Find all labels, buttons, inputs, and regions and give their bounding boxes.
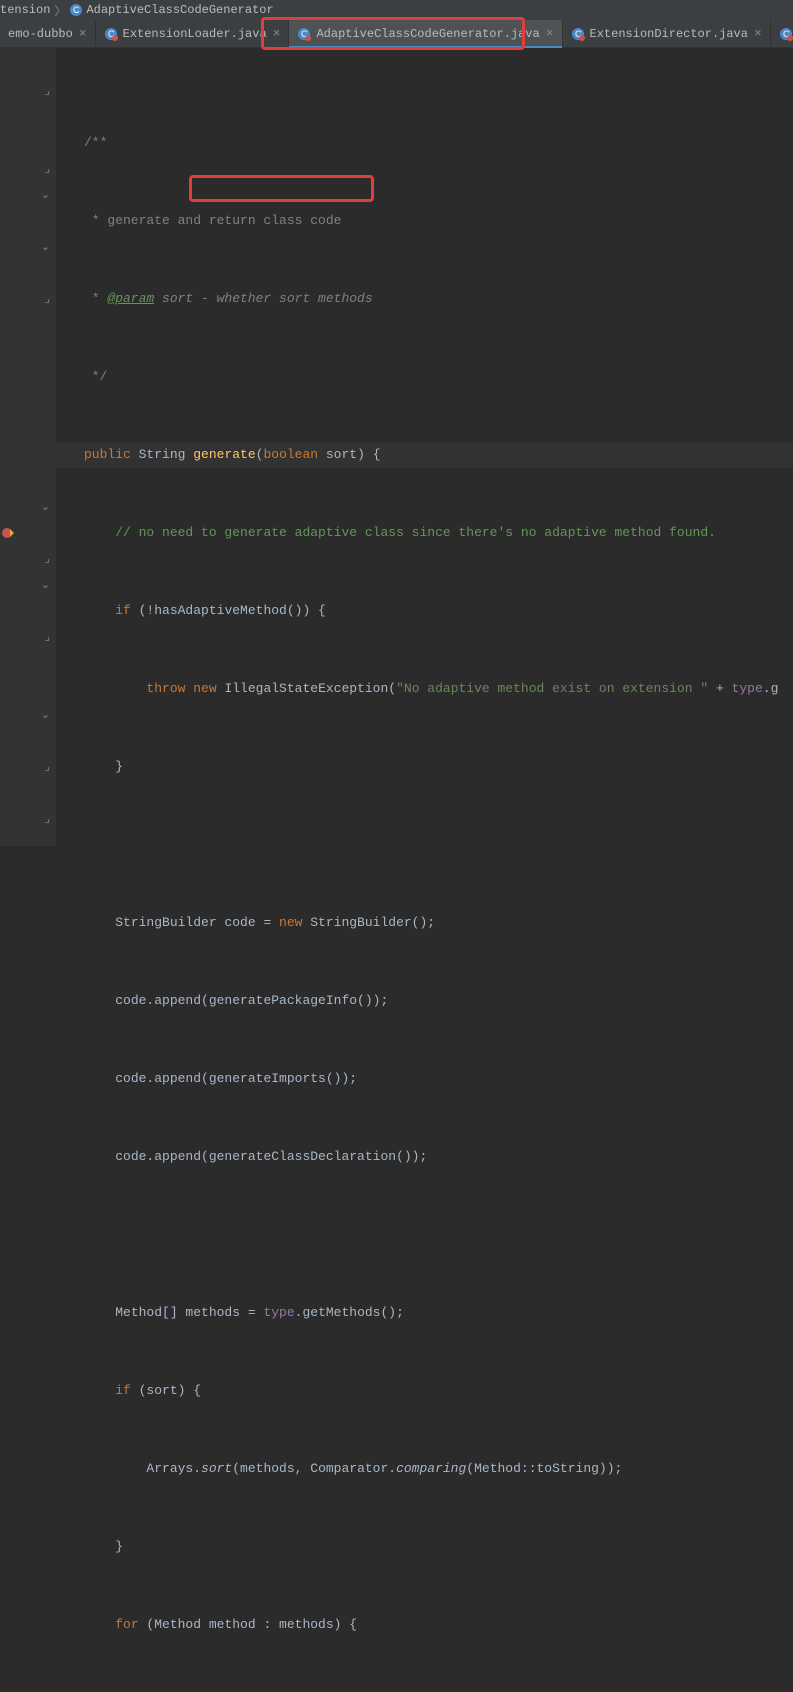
fold-end-icon[interactable]: ⌟ xyxy=(45,812,50,826)
tab-label: ExtensionLoader.java xyxy=(123,27,267,41)
breadcrumb-item[interactable]: tension xyxy=(0,3,50,17)
fold-end-icon[interactable]: ⌟ xyxy=(45,552,50,566)
code-token: comparing xyxy=(396,1461,466,1476)
code-comment: // no need to generate adaptive class si… xyxy=(115,525,716,540)
code-token: new xyxy=(185,681,224,696)
code-token: type xyxy=(732,681,763,696)
java-class-icon: C xyxy=(779,27,793,41)
tab-extension-director[interactable]: C ExtensionDirector.java × xyxy=(563,20,771,47)
java-class-icon: C xyxy=(104,27,118,41)
code-token: for xyxy=(115,1617,138,1632)
tab-label: ExtensionDirector.java xyxy=(590,27,748,41)
code-token: .g xyxy=(763,681,779,696)
code-token: sort xyxy=(201,1461,232,1476)
code-area[interactable]: /** * generate and return class code * @… xyxy=(56,48,793,846)
tab-label: AdaptiveClassCodeGenerator.java xyxy=(316,27,539,41)
code-token: sort xyxy=(318,447,357,462)
code-token: Arrays. xyxy=(146,1461,201,1476)
fold-end-icon[interactable]: ⌟ xyxy=(45,760,50,774)
fold-start-icon[interactable]: ⌄ xyxy=(41,500,50,514)
code-token: (Method::toString)); xyxy=(466,1461,622,1476)
code-token: if xyxy=(115,1383,131,1398)
fold-start-icon[interactable]: ⌄ xyxy=(41,708,50,722)
close-icon[interactable]: × xyxy=(273,26,281,41)
tab-label: emo-dubbo xyxy=(8,27,73,41)
code-token: .getMethods(); xyxy=(295,1305,404,1320)
javadoc-param-tag: @param xyxy=(107,291,154,306)
fold-end-icon[interactable]: ⌟ xyxy=(45,630,50,644)
editor: ⌟ ⌟ ⌄ ⌄ ⌟ ⌄ ⌟ ⌄ ⌟ ⌄ ⌟ ⌟ /** * generate a… xyxy=(0,48,793,846)
breadcrumb-item[interactable]: C AdaptiveClassCodeGenerator xyxy=(70,3,273,17)
close-icon[interactable]: × xyxy=(754,26,762,41)
code-token: ) { xyxy=(357,447,380,462)
gutter[interactable]: ⌟ ⌟ ⌄ ⌄ ⌟ ⌄ ⌟ ⌄ ⌟ ⌄ ⌟ ⌟ xyxy=(0,48,56,846)
code-token: code.append(generateImports()); xyxy=(115,1071,357,1086)
code-token: } xyxy=(115,1539,123,1554)
class-icon: C xyxy=(70,4,82,16)
breadcrumb: tension 〉 C AdaptiveClassCodeGenerator xyxy=(0,0,793,20)
fold-end-icon[interactable]: ⌟ xyxy=(45,292,50,306)
code-token: "No adaptive method exist on extension " xyxy=(396,681,708,696)
tab-demo-dubbo[interactable]: emo-dubbo × xyxy=(0,20,96,47)
method-name: generate xyxy=(193,447,255,462)
code-token: + xyxy=(708,681,731,696)
code-token: Method[] methods = xyxy=(115,1305,263,1320)
code-token: StringBuilder(); xyxy=(302,915,435,930)
code-token: code.append(generateClassDeclaration()); xyxy=(115,1149,427,1164)
java-class-icon: C xyxy=(297,27,311,41)
code-token: (methods, Comparator. xyxy=(232,1461,396,1476)
code-token: new xyxy=(279,915,302,930)
close-icon[interactable]: × xyxy=(546,26,554,41)
javadoc-line: sort - whether sort methods xyxy=(154,291,372,306)
code-token: (!hasAdaptiveMethod()) { xyxy=(131,603,326,618)
tab-adaptive-class-code-generator[interactable]: C AdaptiveClassCodeGenerator.java × xyxy=(289,20,562,47)
fold-end-icon[interactable]: ⌟ xyxy=(45,84,50,98)
breakpoint-lambda-icon[interactable] xyxy=(2,526,16,540)
breadcrumb-sep-icon: 〉 xyxy=(54,2,66,19)
code-token: (Method method : methods) { xyxy=(139,1617,357,1632)
java-class-icon: C xyxy=(571,27,585,41)
breadcrumb-label: AdaptiveClassCodeGenerator xyxy=(86,3,273,17)
code-token: throw xyxy=(146,681,185,696)
tab-extension-loader[interactable]: C ExtensionLoader.java × xyxy=(96,20,290,47)
close-icon[interactable]: × xyxy=(79,26,87,41)
code-token: public xyxy=(84,447,131,462)
javadoc-line: * xyxy=(84,291,107,306)
javadoc-line: /** xyxy=(84,135,107,150)
code-token: (sort) { xyxy=(131,1383,201,1398)
code-token: IllegalStateException( xyxy=(224,681,396,696)
breadcrumb-label: tension xyxy=(0,3,50,17)
javadoc-line: */ xyxy=(84,369,107,384)
fold-start-icon[interactable]: ⌄ xyxy=(41,188,50,202)
fold-start-icon[interactable]: ⌄ xyxy=(41,240,50,254)
code-token: String xyxy=(131,447,193,462)
fold-end-icon[interactable]: ⌟ xyxy=(45,162,50,176)
code-token: } xyxy=(115,759,123,774)
code-token: code.append(generatePackageInfo()); xyxy=(115,993,388,1008)
code-token: type xyxy=(263,1305,294,1320)
tab-extension-inj[interactable]: C ExtensionInj xyxy=(771,20,793,47)
fold-start-icon[interactable]: ⌄ xyxy=(41,578,50,592)
javadoc-line: * generate and return class code xyxy=(84,213,341,228)
editor-tabs: emo-dubbo × C ExtensionLoader.java × C A… xyxy=(0,20,793,48)
code-token: if xyxy=(115,603,131,618)
code-token: StringBuilder code = xyxy=(115,915,279,930)
code-token: boolean xyxy=(263,447,318,462)
svg-text:C: C xyxy=(73,5,80,15)
